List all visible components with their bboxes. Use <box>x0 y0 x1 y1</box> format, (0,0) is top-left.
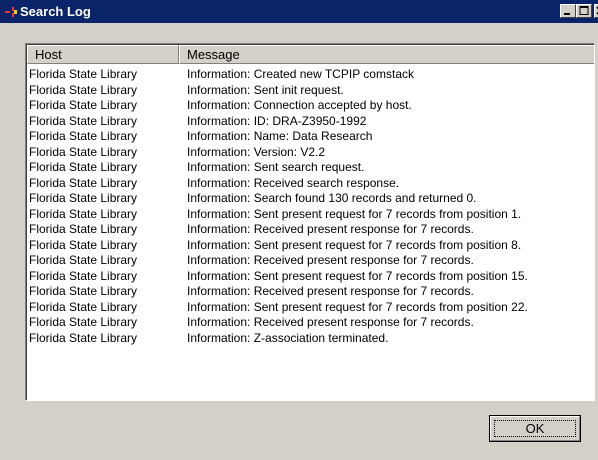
host-cell: Florida State Library <box>29 315 138 329</box>
message-cell: Information: Received present response f… <box>187 222 474 236</box>
table-row[interactable]: Florida State Library Information: Create… <box>27 67 594 83</box>
table-row[interactable]: Florida State Library Information: Receiv… <box>27 284 594 300</box>
host-cell: Florida State Library <box>29 67 138 81</box>
title-bar[interactable]: Search Log <box>0 0 598 23</box>
ok-button-label: OK <box>525 421 545 436</box>
message-cell: Information: Z-association terminated. <box>187 330 389 345</box>
ok-button[interactable]: OK <box>489 415 581 442</box>
message-cell: Information: Sent init request. <box>187 82 344 97</box>
message-cell: Information: Name: Data Research <box>187 129 373 143</box>
host-cell: Florida State Library <box>29 144 138 159</box>
table-row[interactable]: Florida State Library Information: Receiv… <box>27 175 594 192</box>
window-title: Search Log <box>20 4 91 19</box>
message-cell: Information: Sent present request for 7 … <box>187 237 522 252</box>
table-row[interactable]: Florida State Library Information: Sent s… <box>27 160 594 176</box>
table-row[interactable]: Florida State Library Information: Connec… <box>27 98 594 114</box>
message-cell: Information: Received present response f… <box>187 284 474 298</box>
host-cell: Florida State Library <box>29 330 138 345</box>
table-row[interactable]: Florida State Library Information: Sent p… <box>27 206 594 223</box>
table-row[interactable]: Florida State Library Information: Z-asso… <box>27 330 594 347</box>
table-row[interactable]: Florida State Library Information: Sent i… <box>27 82 594 99</box>
message-cell: Information: Sent present request for 7 … <box>187 299 528 314</box>
message-cell: Information: Sent present request for 7 … <box>187 206 522 221</box>
minimize-icon <box>564 13 570 15</box>
table-row[interactable]: Florida State Library Information: Receiv… <box>27 253 594 269</box>
host-cell: Florida State Library <box>29 206 138 221</box>
minimize-button[interactable] <box>560 4 576 18</box>
message-cell: Information: Received present response f… <box>187 315 474 329</box>
message-cell: Information: Sent present request for 7 … <box>187 268 528 283</box>
table-row[interactable]: Florida State Library Information: Versio… <box>27 144 594 161</box>
table-row[interactable]: Florida State Library Information: Receiv… <box>27 222 594 238</box>
host-cell: Florida State Library <box>29 268 138 283</box>
table-row[interactable]: Florida State Library Information: Sent p… <box>27 268 594 285</box>
list-header: Host Message <box>27 45 594 65</box>
host-cell: Florida State Library <box>29 237 138 252</box>
message-cell: Information: Created new TCPIP comstack <box>187 67 414 81</box>
search-log-list[interactable]: Host Message Florida State Library Inform… <box>25 43 595 401</box>
host-cell: Florida State Library <box>29 82 138 97</box>
close-button[interactable] <box>594 4 598 18</box>
message-cell: Information: Search found 130 records an… <box>187 191 477 205</box>
host-cell: Florida State Library <box>29 175 138 190</box>
message-cell: Information: Version: V2.2 <box>187 144 326 159</box>
message-cell: Information: ID: DRA-Z3950-1992 <box>187 113 367 128</box>
host-cell: Florida State Library <box>29 222 138 236</box>
host-cell: Florida State Library <box>29 253 138 267</box>
table-row[interactable]: Florida State Library Information: Receiv… <box>27 315 594 331</box>
table-row[interactable]: Florida State Library Information: Sent p… <box>27 299 594 316</box>
host-cell: Florida State Library <box>29 98 138 112</box>
search-log-window: Search Log Host Message Florida State Li… <box>0 0 598 460</box>
column-header-message[interactable]: Message <box>179 45 594 64</box>
host-cell: Florida State Library <box>29 191 138 205</box>
host-cell: Florida State Library <box>29 160 138 174</box>
host-cell: Florida State Library <box>29 284 138 298</box>
table-row[interactable]: Florida State Library Information: ID: DR… <box>27 113 594 130</box>
list-frame: Host Message Florida State Library Inform… <box>26 44 594 400</box>
message-cell: Information: Received search response. <box>187 175 400 190</box>
app-icon[interactable] <box>4 5 18 19</box>
message-cell: Information: Connection accepted by host… <box>187 98 412 112</box>
host-cell: Florida State Library <box>29 129 138 143</box>
table-row[interactable]: Florida State Library Information: Search… <box>27 191 594 207</box>
message-cell: Information: Sent search request. <box>187 160 365 174</box>
maximize-button[interactable] <box>576 4 592 18</box>
table-row[interactable]: Florida State Library Information: Name: … <box>27 129 594 145</box>
maximize-icon <box>579 6 589 15</box>
host-cell: Florida State Library <box>29 113 138 128</box>
log-rows: Florida State Library Information: Create… <box>27 67 594 347</box>
message-cell: Information: Received present response f… <box>187 253 474 267</box>
column-header-host[interactable]: Host <box>27 45 179 64</box>
table-row[interactable]: Florida State Library Information: Sent p… <box>27 237 594 254</box>
host-cell: Florida State Library <box>29 299 138 314</box>
